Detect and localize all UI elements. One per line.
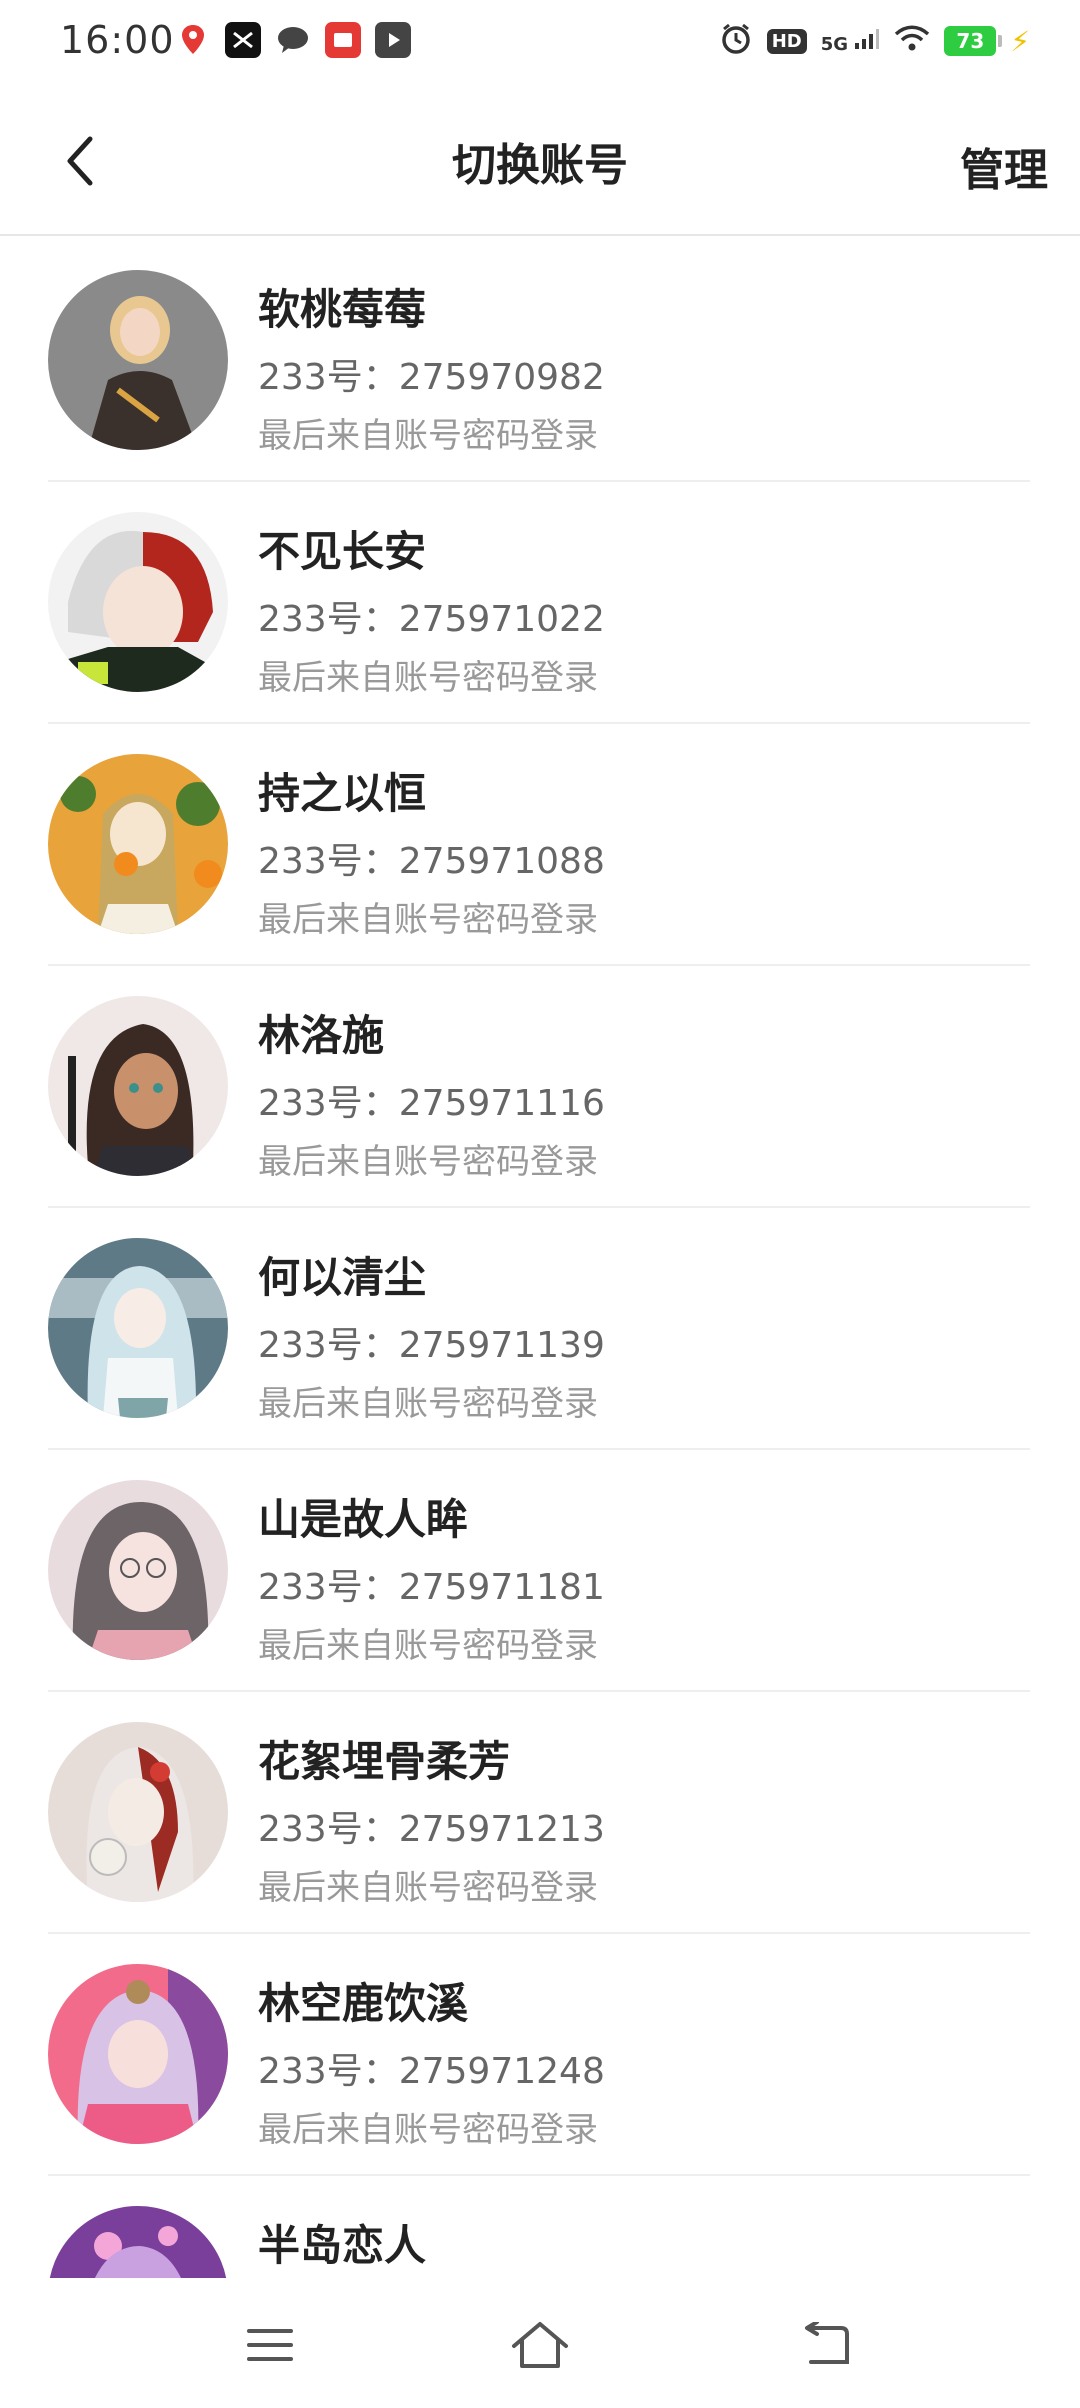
account-name: 半岛恋人 <box>258 2221 427 2270</box>
login-method: 最后来自账号密码登录 <box>258 416 598 456</box>
avatar <box>48 512 228 692</box>
status-time: 16:00 <box>60 18 175 62</box>
login-method: 最后来自账号密码登录 <box>258 1626 598 1666</box>
avatar <box>48 1722 228 1902</box>
account-item[interactable]: 何以清尘 233号：275971139 最后来自账号密码登录 <box>48 1208 1030 1450</box>
home-icon <box>512 2322 568 2368</box>
account-id: 233号：275971248 <box>258 2051 605 2092</box>
menu-button[interactable] <box>235 2310 305 2380</box>
account-id: 233号：275971139 <box>258 1325 605 1366</box>
wifi-icon <box>894 24 930 58</box>
notification-icons <box>175 22 411 58</box>
status-bar: 16:00 HD 5G 73 ⚡ <box>0 0 1080 88</box>
back-arrow-icon <box>805 2322 849 2364</box>
account-item[interactable]: 软桃莓莓 233号：275970982 最后来自账号密码登录 <box>48 240 1030 482</box>
account-name: 花絮埋骨柔芳 <box>258 1737 511 1786</box>
account-item[interactable]: 持之以恒 233号：275971088 最后来自账号密码登录 <box>48 724 1030 966</box>
account-id: 233号：275971116 <box>258 1083 605 1124</box>
avatar <box>48 1480 228 1660</box>
home-button[interactable] <box>505 2310 575 2380</box>
avatar <box>48 754 228 934</box>
login-method: 最后来自账号密码登录 <box>258 2110 598 2150</box>
account-item[interactable]: 花絮埋骨柔芳 233号：275971213 最后来自账号密码登录 <box>48 1692 1030 1934</box>
account-item[interactable]: 林空鹿饮溪 233号：275971248 最后来自账号密码登录 <box>48 1934 1030 2176</box>
account-id: 233号：275971088 <box>258 841 605 882</box>
play-icon <box>375 22 411 58</box>
account-item[interactable]: 山是故人眸 233号：275971181 最后来自账号密码登录 <box>48 1450 1030 1692</box>
back-nav-button[interactable] <box>790 2310 860 2380</box>
account-item[interactable]: 林洛施 233号：275971116 最后来自账号密码登录 <box>48 966 1030 1208</box>
menu-icon <box>247 2329 293 2361</box>
login-method: 最后来自账号密码登录 <box>258 658 598 698</box>
capcut-icon <box>225 22 261 58</box>
network-type: 5G <box>820 33 849 55</box>
avatar <box>48 2206 228 2278</box>
avatar <box>48 1238 228 1418</box>
login-method: 最后来自账号密码登录 <box>258 900 598 940</box>
account-name: 林洛施 <box>258 1011 385 1060</box>
map-pin-icon <box>175 22 211 58</box>
avatar <box>48 996 228 1176</box>
login-method: 最后来自账号密码登录 <box>258 1384 598 1424</box>
header: 切换账号 管理 <box>0 88 1080 236</box>
account-id: 233号：275971022 <box>258 599 605 640</box>
login-method: 最后来自账号密码登录 <box>258 1142 598 1182</box>
avatar <box>48 1964 228 2144</box>
account-id: 233号：275970982 <box>258 357 605 398</box>
account-item[interactable]: 不见长安 233号：275971022 最后来自账号密码登录 <box>48 482 1030 724</box>
page-title: 切换账号 <box>452 140 628 191</box>
account-id: 233号：275971213 <box>258 1809 605 1850</box>
account-name: 林空鹿饮溪 <box>258 1979 469 2028</box>
account-name: 何以清尘 <box>258 1253 427 1302</box>
shopping-app-icon <box>325 22 361 58</box>
charging-bolt-icon: ⚡ <box>1010 24 1030 58</box>
alarm-icon <box>719 22 753 60</box>
system-nav-bar <box>0 2280 1080 2408</box>
login-method: 最后来自账号密码登录 <box>258 1868 598 1908</box>
battery-icon: 73 <box>944 26 1003 56</box>
back-button[interactable] <box>50 126 110 196</box>
signal-icon: 5G <box>821 28 881 55</box>
account-item[interactable]: 半岛恋人 <box>48 2176 1030 2278</box>
battery-level: 73 <box>956 29 985 53</box>
avatar <box>48 270 228 450</box>
hd-badge: HD <box>766 28 807 54</box>
chat-bubble-icon <box>275 22 311 58</box>
account-name: 山是故人眸 <box>258 1495 469 1544</box>
account-name: 软桃莓莓 <box>258 285 427 334</box>
chevron-left-icon <box>67 136 93 186</box>
system-icons: HD 5G 73 ⚡ <box>719 22 1030 60</box>
account-id: 233号：275971181 <box>258 1567 605 1608</box>
account-name: 不见长安 <box>258 527 427 576</box>
manage-button[interactable]: 管理 <box>960 134 1048 198</box>
account-name: 持之以恒 <box>258 769 427 818</box>
account-list: 软桃莓莓 233号：275970982 最后来自账号密码登录 不见长安 233号… <box>0 238 1080 2278</box>
